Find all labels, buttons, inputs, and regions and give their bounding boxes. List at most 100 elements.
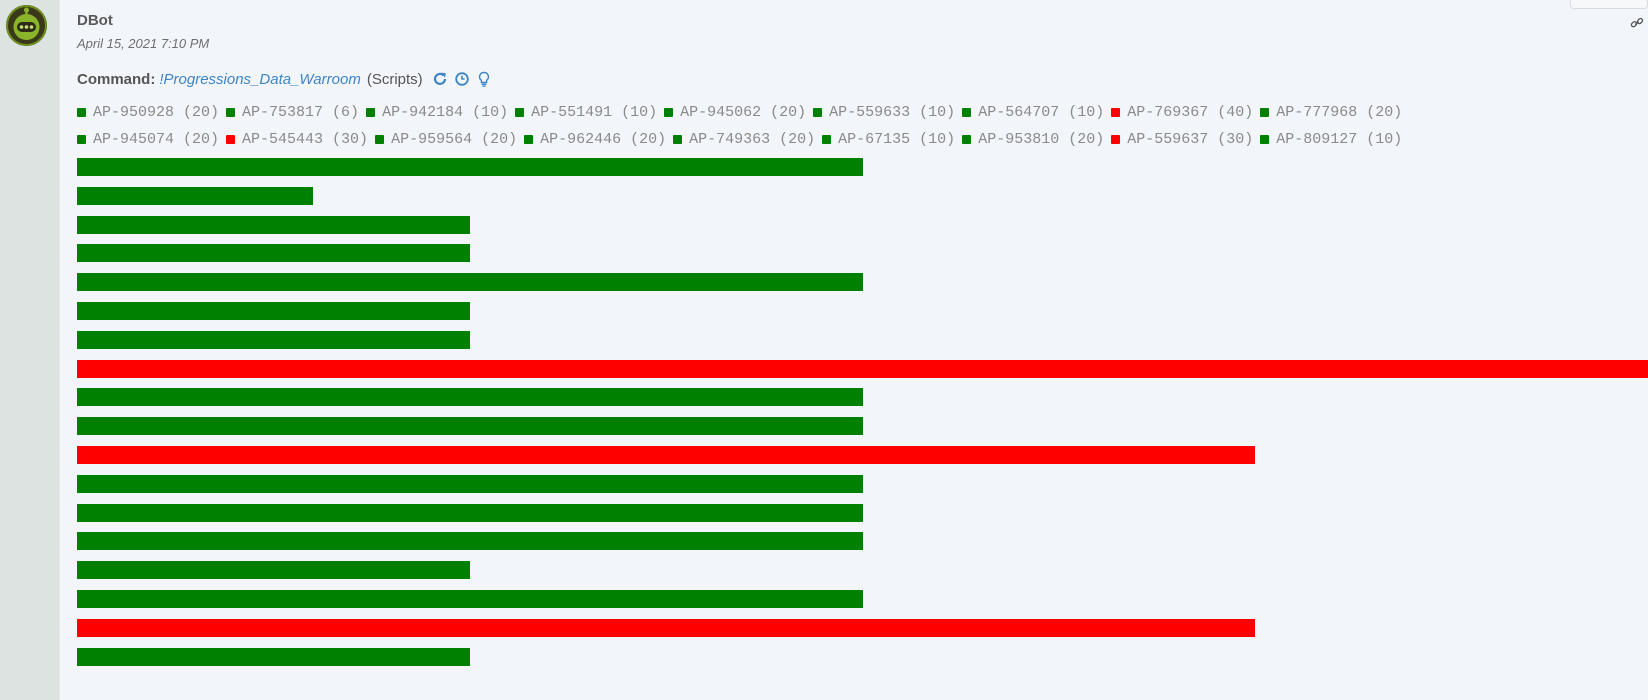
clock-icon[interactable] xyxy=(453,70,471,88)
chart-bar xyxy=(77,244,470,263)
legend-item: AP-950928 (20) xyxy=(77,104,219,121)
legend-swatch xyxy=(226,108,236,117)
legend-label: AP-809127 xyxy=(1276,131,1367,148)
legend-label: AP-749363 xyxy=(689,131,780,148)
legend-value: (20) xyxy=(481,131,518,148)
legend-label: AP-959564 xyxy=(391,131,482,148)
legend-swatch xyxy=(77,135,86,144)
legend-value: (10) xyxy=(919,131,956,148)
legend-value: (40) xyxy=(1217,104,1254,121)
legend-item: AP-945074 (20) xyxy=(77,131,219,148)
legend-label: AP-962446 xyxy=(540,131,631,148)
lightbulb-icon[interactable] xyxy=(475,70,493,88)
legend-row: AP-950928 (20) AP-753817 (6) AP-942184 (10… xyxy=(77,103,1647,130)
chart-bar xyxy=(77,388,863,407)
legend-value: (10) xyxy=(919,104,956,121)
legend-swatch xyxy=(375,135,385,144)
chart-bar xyxy=(77,618,1255,637)
legend-value: (20) xyxy=(183,104,220,121)
legend-label: AP-67135 xyxy=(838,131,920,148)
legend-value: (20) xyxy=(1366,104,1403,121)
legend-item: AP-564707 (10) xyxy=(962,104,1104,121)
legend-value: (30) xyxy=(332,131,369,148)
chart-bar xyxy=(77,301,470,320)
legend-item: AP-953810 (20) xyxy=(962,131,1104,148)
legend-swatch xyxy=(515,108,525,117)
legend-swatch xyxy=(1111,135,1121,144)
legend-value: (10) xyxy=(1366,131,1403,148)
legend-value: (10) xyxy=(1068,104,1105,121)
legend-row: AP-945074 (20) AP-545443 (30) AP-959564 (2… xyxy=(77,130,1647,157)
robot-avatar-icon xyxy=(6,5,47,46)
message-author: DBot xyxy=(77,12,113,29)
legend-swatch xyxy=(962,108,972,117)
legend-value: (20) xyxy=(770,104,807,121)
chart-bar xyxy=(77,647,470,666)
legend-label: AP-945062 xyxy=(680,104,771,121)
legend-value: (20) xyxy=(630,131,667,148)
legend-label: AP-777968 xyxy=(1276,104,1367,121)
legend-label: AP-953810 xyxy=(978,131,1069,148)
legend-item: AP-959564 (20) xyxy=(375,131,517,148)
legend-swatch xyxy=(77,108,86,117)
legend-item: AP-777968 (20) xyxy=(1260,104,1402,121)
legend-item: AP-809127 (10) xyxy=(1260,131,1402,148)
chart-bar xyxy=(77,474,863,493)
chart-bar xyxy=(77,532,863,551)
legend-item: AP-551491 (10) xyxy=(515,104,657,121)
legend-label: AP-551491 xyxy=(531,104,622,121)
legend-item: AP-67135 (10) xyxy=(822,131,955,148)
legend-item: AP-753817 (6) xyxy=(226,104,359,121)
legend-swatch xyxy=(1260,135,1270,144)
command-scope: (Scripts) xyxy=(366,70,423,88)
legend-label: AP-564707 xyxy=(978,104,1069,121)
legend-swatch xyxy=(1111,108,1121,117)
legend-value: (20) xyxy=(183,131,220,148)
legend-label: AP-559633 xyxy=(829,104,920,121)
chart-bar xyxy=(77,445,1255,464)
legend-label: AP-945074 xyxy=(93,131,184,148)
message-timestamp: April 15, 2021 7:10 PM xyxy=(77,36,210,51)
legend-label: AP-545443 xyxy=(242,131,333,148)
legend-label: AP-769367 xyxy=(1127,104,1218,121)
chart-bar xyxy=(77,503,863,522)
legend-item: AP-559637 (30) xyxy=(1111,131,1253,148)
legend-value: (30) xyxy=(1217,131,1254,148)
command-row: Command: !Progressions_Data_Warroom (Scr… xyxy=(77,70,493,88)
legend-swatch xyxy=(962,135,972,144)
legend-swatch xyxy=(366,108,376,117)
command-link[interactable]: !Progressions_Data_Warroom xyxy=(159,71,360,88)
legend-item: AP-945062 (20) xyxy=(664,104,806,121)
legend-label: AP-559637 xyxy=(1127,131,1218,148)
legend-item: AP-559633 (10) xyxy=(813,104,955,121)
top-tab[interactable] xyxy=(1570,0,1648,9)
legend-item: AP-749363 (20) xyxy=(673,131,815,148)
legend-swatch xyxy=(664,108,674,117)
link-icon[interactable] xyxy=(1630,16,1644,35)
legend-swatch xyxy=(524,135,534,144)
legend-item: AP-545443 (30) xyxy=(226,131,368,148)
legend-swatch xyxy=(1260,108,1270,117)
chart-bar xyxy=(77,186,313,205)
chart-bar xyxy=(77,330,470,349)
chart-bar xyxy=(77,417,863,436)
chart-bar xyxy=(77,359,1648,378)
legend-value: (6) xyxy=(332,104,360,121)
legend-value: (10) xyxy=(472,104,509,121)
chart-bar xyxy=(77,273,863,292)
legend-label: AP-950928 xyxy=(93,104,184,121)
refresh-icon[interactable] xyxy=(431,70,449,88)
legend-value: (20) xyxy=(779,131,816,148)
legend-label: AP-942184 xyxy=(382,104,473,121)
chart-bar xyxy=(77,589,863,608)
chart-bar xyxy=(77,561,470,580)
chart-legend: AP-950928 (20) AP-753817 (6) AP-942184 (10… xyxy=(77,103,1647,157)
legend-item: AP-769367 (40) xyxy=(1111,104,1253,121)
avatar-gutter xyxy=(0,0,60,700)
legend-swatch xyxy=(226,135,236,144)
legend-label: AP-753817 xyxy=(242,104,333,121)
legend-swatch xyxy=(813,108,823,117)
legend-item: AP-942184 (10) xyxy=(366,104,508,121)
command-label: Command: xyxy=(77,70,156,88)
bar-chart xyxy=(77,158,1648,676)
